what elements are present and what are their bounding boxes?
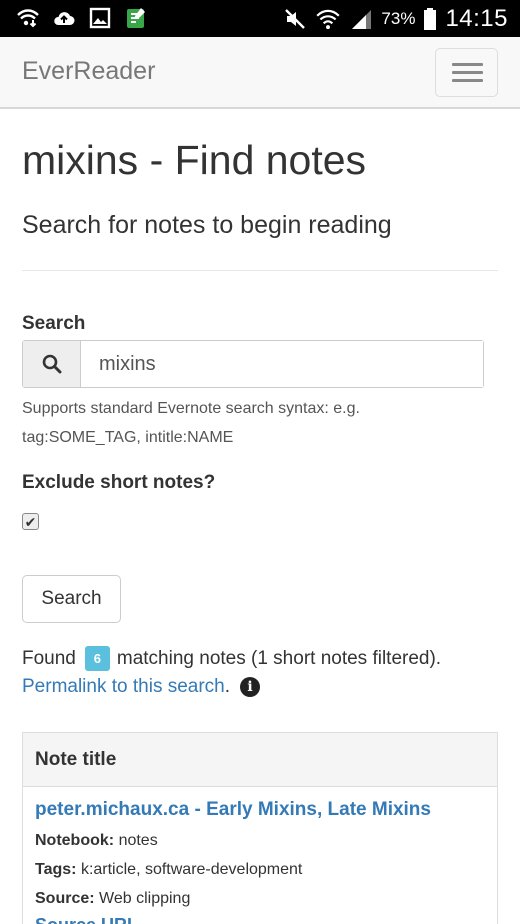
wifi-download-icon <box>17 9 39 28</box>
found-suffix: matching notes (1 short notes filtered). <box>116 647 442 669</box>
search-input-group <box>22 340 484 388</box>
image-icon <box>89 7 111 29</box>
sim-app-icon <box>127 8 145 28</box>
status-bar: 73% 14:15 <box>0 0 520 37</box>
battery-percent: 73% <box>381 9 416 28</box>
notebook-value: notes <box>118 832 158 849</box>
mute-icon <box>285 9 306 29</box>
search-help-line: Supports standard Evernote search syntax… <box>22 400 360 417</box>
source-label: Source: <box>35 890 95 907</box>
table-header: Note title <box>23 733 497 787</box>
wifi-icon <box>316 9 341 30</box>
results-summary: Found 6 matching notes (1 short notes fi… <box>22 646 441 671</box>
exclude-short-label: Exclude short notes? <box>22 472 216 493</box>
tags-value: k:article, software-development <box>80 861 303 878</box>
navbar: EverReader <box>0 37 520 109</box>
results-table: Note title peter.michaux.ca - Early Mixi… <box>22 732 498 924</box>
search-label: Search <box>22 313 86 334</box>
cloud-upload-icon <box>54 12 75 25</box>
permalink-line: Permalink to this search . i <box>22 676 261 698</box>
permalink-suffix: . <box>224 676 231 697</box>
brand-link[interactable]: EverReader <box>22 57 155 86</box>
page-subtitle: Search for notes to begin reading <box>22 211 392 239</box>
source-line: Source: Web clipping <box>35 890 190 908</box>
search-help-line: tag:SOME_TAG, intitle:NAME <box>22 429 234 446</box>
source-value: Web clipping <box>99 890 191 907</box>
exclude-short-checkbox[interactable]: ✔ <box>22 513 39 530</box>
tags-line: Tags: k:article, software-development <box>35 861 302 879</box>
notebook-line: Notebook: notes <box>35 832 158 850</box>
navbar-toggle-button[interactable] <box>435 48 498 97</box>
permalink-link[interactable]: Permalink to this search <box>22 676 225 698</box>
divider <box>22 270 498 271</box>
search-addon <box>23 341 81 387</box>
signal-icon <box>352 10 372 29</box>
search-icon <box>42 354 61 374</box>
table-row: peter.michaux.ca - Early Mixins, Late Mi… <box>23 787 497 924</box>
search-input[interactable] <box>81 341 483 387</box>
source-url-link[interactable]: Source URL <box>35 915 138 924</box>
found-prefix: Found <box>22 647 76 669</box>
tags-label: Tags: <box>35 861 77 878</box>
note-title-link[interactable]: peter.michaux.ca - Early Mixins, Late Mi… <box>35 799 431 821</box>
search-button[interactable]: Search <box>22 575 121 623</box>
notebook-label: Notebook: <box>35 832 115 849</box>
clock: 14:15 <box>445 5 508 32</box>
search-help-text: Supports standard Evernote search syntax… <box>22 394 498 452</box>
page-title: mixins - Find notes <box>22 137 367 183</box>
checkmark-icon: ✔ <box>24 513 37 530</box>
hamburger-menu-icon <box>452 63 483 66</box>
info-icon[interactable]: i <box>240 677 261 697</box>
battery-icon <box>424 8 437 30</box>
result-count-badge: 6 <box>84 646 110 671</box>
